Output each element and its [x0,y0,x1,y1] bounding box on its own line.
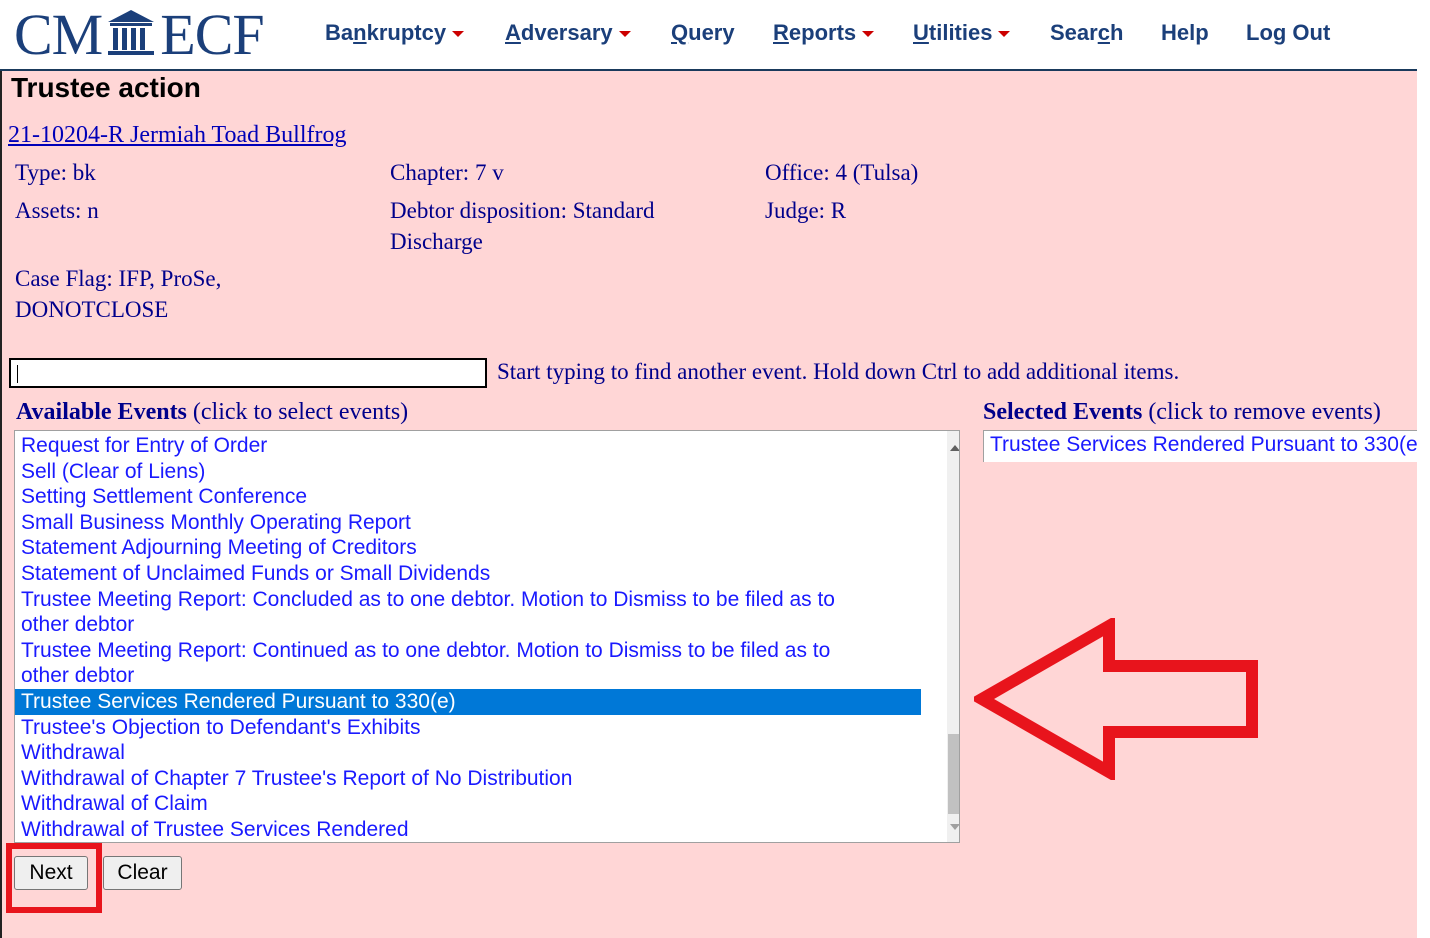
selected-events-instruction: (click to remove events) [1142,399,1381,425]
available-event-option[interactable]: Trustee Meeting Report: Concluded as to … [15,587,921,613]
event-search-input[interactable] [9,358,487,388]
window-edge [0,70,2,938]
available-events-instruction: (click to select events) [186,399,409,425]
event-search-hint: Start typing to find another event. Hold… [497,359,1180,384]
available-event-option[interactable]: Sell (Clear of Liens) [15,459,921,485]
annotation-arrow-icon [974,618,1258,780]
available-events-label: Available Events (click to select events… [16,399,408,426]
nav-label: tilities [928,20,993,45]
dropdown-caret-icon [452,31,465,38]
available-events-items: Request for Entry of Order Sell (Clear of… [15,433,931,842]
selected-events-label: Selected Events (click to remove events) [983,399,1417,426]
nav-bankruptcy[interactable]: Bankruptcy [325,20,465,46]
nav-search[interactable]: Search [1050,20,1123,46]
scroll-up-arrow-icon[interactable] [950,445,959,451]
selected-events-items: Trustee Services Rendered Pursuant to 33… [984,431,1417,459]
nav-accesskey: A [505,20,521,45]
logo-text-left: CM [14,2,103,67]
available-event-option[interactable]: Setting Settlement Conference [15,484,921,510]
selected-event-option[interactable]: Trustee Services Rendered Pursuant to 33… [984,431,1417,459]
nav-label: Sear [1050,20,1098,45]
nav-label: h [1109,20,1124,45]
nav-utilities[interactable]: Utilities [913,20,1011,46]
available-event-option[interactable]: Statement Adjourning Meeting of Creditor… [15,535,921,561]
header-bar: CM ECF Bankruptcy Adversary Query Report… [0,0,1417,71]
available-event-option[interactable]: other debtor [15,612,921,638]
case-chapter: Chapter: 7 v [390,160,504,185]
nav-accesskey: Q [671,20,689,45]
nav-accesskey: c [1097,20,1110,45]
nav-accesskey: R [773,20,789,45]
available-event-option[interactable]: Trustee Services Rendered Pursuant to 33… [15,688,921,715]
annotation-highlight-box [6,843,102,913]
nav-adversary[interactable]: Adversary [505,20,631,46]
debtor-disposition-line: Discharge [390,229,483,254]
available-event-option[interactable]: Withdrawal of Claim [15,791,921,817]
scroll-thumb[interactable] [948,734,959,814]
selected-events-list[interactable]: Trustee Services Rendered Pursuant to 33… [983,430,1417,462]
available-events-list[interactable]: Request for Entry of Order Sell (Clear of… [14,430,960,843]
dropdown-caret-icon [862,31,875,38]
nav-label: uery [688,20,735,45]
available-event-option[interactable]: Request for Entry of Order [15,433,921,459]
case-type: Type: bk [15,160,96,185]
nav-accesskey: n [353,20,367,45]
nav-logout[interactable]: Log Out [1246,20,1330,46]
case-flags: Case Flag: IFP, ProSe, DONOTCLOSE [15,263,221,325]
dropdown-caret-icon [618,31,631,38]
logo-text-right: ECF [160,2,264,67]
list-scrollbar[interactable] [947,431,959,842]
nav-accesskey: U [913,20,929,45]
nav-query[interactable]: Query [671,20,735,46]
available-event-option[interactable]: Withdrawal [15,740,921,766]
nav-reports[interactable]: Reports [773,20,875,46]
selected-events-title: Selected Events [983,399,1143,425]
available-event-option[interactable]: Statement of Unclaimed Funds or Small Di… [15,561,921,587]
available-event-option[interactable]: Trustee's Objection to Defendant's Exhib… [15,715,921,741]
available-event-option[interactable]: Withdrawal of Trustee Services Rendered [15,817,921,842]
cmecf-logo[interactable]: CM ECF [14,2,265,68]
clear-button[interactable]: Clear [103,856,182,890]
available-event-option[interactable]: Trustee Meeting Report: Continued as to … [15,638,921,664]
text-cursor [17,365,18,383]
case-flags-line: Case Flag: IFP, ProSe, [15,266,222,291]
nav-label: eports [788,20,857,45]
scroll-down-arrow-icon[interactable] [950,824,959,830]
case-flags-line: DONOTCLOSE [15,297,169,322]
case-assets: Assets: n [15,198,99,223]
nav-label: Ba [325,20,354,45]
available-event-option[interactable]: Withdrawal of Chapter 7 Trustee's Report… [15,766,921,792]
dropdown-caret-icon [998,31,1011,38]
nav-label: dversary [520,20,613,45]
debtor-disposition: Debtor disposition: Standard Discharge [390,195,654,257]
debtor-disposition-line: Debtor disposition: Standard [390,198,655,223]
nav-label: kruptcy [366,20,447,45]
page-title: Trustee action [11,72,201,103]
case-link[interactable]: 21-10204-R Jermiah Toad Bullfrog [8,122,347,149]
case-judge: Judge: R [765,198,847,223]
available-event-option[interactable]: other debtor [15,663,921,689]
case-office: Office: 4 (Tulsa) [765,160,919,185]
available-events-title: Available Events [16,399,187,425]
available-event-option[interactable]: Small Business Monthly Operating Report [15,510,921,536]
courthouse-icon [104,8,158,58]
nav-help[interactable]: Help [1161,20,1209,46]
